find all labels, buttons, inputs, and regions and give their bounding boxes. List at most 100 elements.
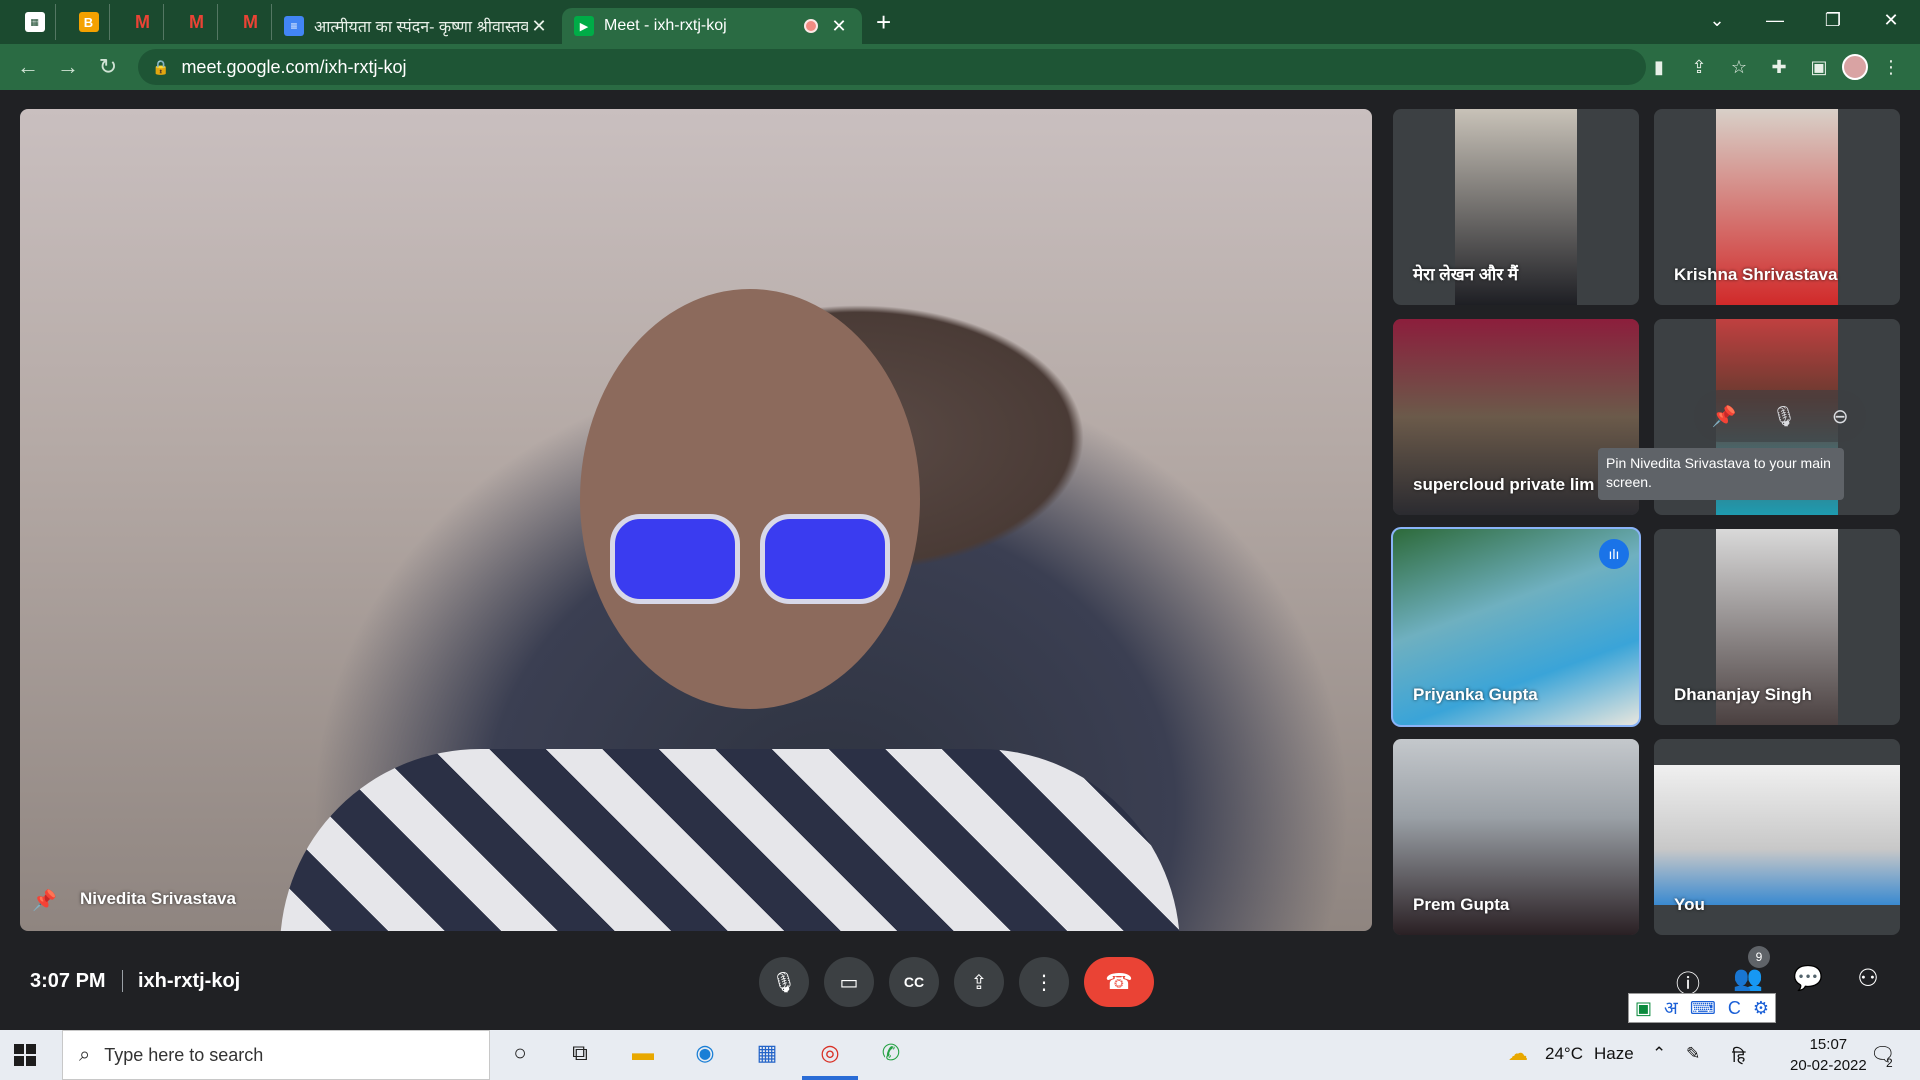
participant-name: supercloud private lim <box>1413 475 1595 494</box>
mic-button[interactable]: 🎙 <box>759 957 809 1007</box>
windows-start-icon[interactable] <box>14 1044 36 1066</box>
participant-count-badge: 9 <box>1748 946 1770 968</box>
recording-icon <box>804 19 818 33</box>
file-explorer-icon[interactable]: ▬ <box>628 1040 658 1070</box>
present-icon: ⇪ <box>970 971 988 994</box>
mic-icon: 🎙 <box>771 971 797 994</box>
edge-icon[interactable]: ◉ <box>690 1040 720 1070</box>
url-text: meet.google.com/ixh-rxtj-koj <box>181 56 407 77</box>
search-icon: ⌕ <box>79 1043 91 1066</box>
extensions-icon[interactable]: ✚ <box>1762 57 1796 78</box>
restore-icon[interactable]: ❐ <box>1804 10 1862 31</box>
pin-icon: 📌 <box>32 890 57 912</box>
participant-name: Dhananjay Singh <box>1674 685 1812 704</box>
pinned-tab-3[interactable]: M <box>122 4 164 40</box>
ime-logo-icon: ▣ <box>1635 997 1653 1018</box>
participant-tile[interactable]: Krishna Shrivastava <box>1654 109 1900 305</box>
meeting-code: ixh-rxtj-koj <box>138 970 241 992</box>
weather-text: Haze <box>1594 1044 1634 1063</box>
gmail-icon: M <box>135 11 150 32</box>
weather-temp: 24°C <box>1545 1044 1583 1063</box>
tray-chevron-icon[interactable]: ⌃ <box>1652 1044 1666 1064</box>
gmail-icon: M <box>189 11 204 32</box>
chrome-icon[interactable]: ◎ <box>815 1040 845 1070</box>
browser-tabstrip: ▦ B M M M ≡ आत्मीयता का स्पंदन- कृष्णा श… <box>0 0 1920 44</box>
participant-video <box>580 289 920 709</box>
participant-tile[interactable]: मेरा लेखन और मैं <box>1393 109 1639 305</box>
window-controls: ⌄ — ❐ ✕ <box>1688 0 1920 40</box>
participant-name: Prem Gupta <box>1413 895 1510 914</box>
reload-icon[interactable]: ↻ <box>88 54 128 80</box>
participant-tile[interactable]: ılı Priyanka Gupta <box>1391 527 1641 727</box>
participant-name: Krishna Shrivastava <box>1674 265 1838 284</box>
cortana-icon[interactable]: ○ <box>505 1040 535 1070</box>
pin-icon[interactable]: 📌 <box>1711 404 1736 429</box>
present-button[interactable]: ⇪ <box>954 957 1004 1007</box>
tab-docs[interactable]: ≡ आत्मीयता का स्पंदन- कृष्णा श्रीवास्तव … <box>272 8 562 44</box>
remove-icon[interactable]: ⊖ <box>1832 404 1849 429</box>
participant-tile[interactable]: You <box>1654 739 1900 935</box>
camera-button[interactable]: ▭ <box>824 957 874 1007</box>
activities-icon[interactable]: ⚇ <box>1848 964 1888 1000</box>
captions-button[interactable]: CC <box>889 957 939 1007</box>
pinned-tab-4[interactable]: M <box>176 4 218 40</box>
side-panel-icon[interactable]: ▣ <box>1802 57 1836 78</box>
profile-avatar[interactable] <box>1842 54 1868 80</box>
new-tab-button[interactable]: + <box>876 7 891 38</box>
search-placeholder: Type here to search <box>104 1044 264 1065</box>
participant-tile[interactable]: Dhananjay Singh <box>1654 529 1900 725</box>
docs-icon: ≡ <box>284 16 304 36</box>
ime-letter: C <box>1727 997 1741 1018</box>
minimize-icon[interactable]: — <box>1746 10 1804 31</box>
keyboard-icon[interactable]: ⌨ <box>1690 998 1716 1019</box>
close-icon[interactable]: ✕ <box>828 16 850 37</box>
windows-taskbar: ⌕ Type here to search ○ ⧉ ▬ ◉ ▦ ◎ ✆ ☁ 24… <box>0 1030 1920 1080</box>
ime-toolbar[interactable]: ▣ अ ⌨ C ⚙ <box>1628 993 1776 1023</box>
system-clock[interactable]: 15:07 20-02-2022 <box>1790 1034 1867 1076</box>
taskbar-search[interactable]: ⌕ Type here to search <box>62 1030 490 1080</box>
notification-count: 2 <box>1886 1056 1893 1070</box>
tab-meet[interactable]: ▶ Meet - ixh-rxtj-koj ✕ <box>562 8 862 44</box>
gmail-icon: M <box>243 11 258 32</box>
captions-icon: CC <box>903 974 925 990</box>
participant-name: You <box>1674 895 1705 914</box>
pinned-tab-1[interactable]: ▦ <box>14 4 56 40</box>
pin-tooltip: Pin Nivedita Srivastava to your main scr… <box>1598 448 1844 500</box>
pinned-tab-2[interactable]: B <box>68 4 110 40</box>
close-icon[interactable]: ✕ <box>528 16 550 37</box>
tile-hover-controls: 📌 🎙 ⊖ <box>1694 390 1866 442</box>
camera-icon[interactable]: ▮ <box>1642 57 1676 78</box>
address-bar[interactable]: 🔒 meet.google.com/ixh-rxtj-koj <box>138 49 1646 85</box>
main-video[interactable] <box>20 109 1372 931</box>
more-options-button[interactable]: ⋮ <box>1019 957 1069 1007</box>
meeting-time: 3:07 PM <box>30 970 106 992</box>
speaking-icon: ılı <box>1599 539 1629 569</box>
input-language[interactable]: हि <box>1732 1044 1745 1067</box>
forward-icon[interactable]: → <box>48 54 88 80</box>
settings-gear-icon[interactable]: ⚙ <box>1753 998 1769 1019</box>
task-view-icon[interactable]: ⧉ <box>565 1040 595 1070</box>
participant-tile[interactable]: Prem Gupta <box>1393 739 1639 935</box>
lock-icon: 🔒 <box>152 58 170 75</box>
back-icon[interactable]: ← <box>8 54 48 80</box>
close-window-icon[interactable]: ✕ <box>1862 10 1920 31</box>
share-icon[interactable]: ⇪ <box>1682 57 1716 78</box>
phone-hangup-icon: ☎ <box>1105 969 1133 994</box>
pen-icon[interactable]: ✎ <box>1686 1044 1700 1064</box>
whatsapp-icon[interactable]: ✆ <box>876 1040 906 1070</box>
store-icon[interactable]: ▦ <box>752 1040 782 1070</box>
ime-language: अ <box>1664 998 1678 1018</box>
menu-icon[interactable]: ⋮ <box>1874 57 1908 78</box>
tab-title: आत्मीयता का स्पंदन- कृष्णा श्रीवास्तव <box>314 19 528 36</box>
weather-icon: ☁ <box>1508 1043 1528 1065</box>
tab-title: Meet - ixh-rxtj-koj <box>604 17 727 34</box>
bookmark-star-icon[interactable]: ☆ <box>1722 57 1756 78</box>
end-call-button[interactable]: ☎ <box>1084 957 1154 1007</box>
pinned-tab-5[interactable]: M <box>230 4 272 40</box>
tab-search-icon[interactable]: ⌄ <box>1688 10 1746 31</box>
more-icon: ⋮ <box>1034 971 1054 994</box>
participant-name: मेरा लेखन और मैं <box>1413 265 1519 284</box>
mic-icon[interactable]: 🎙 <box>1771 404 1796 429</box>
chat-icon[interactable]: 💬 <box>1788 964 1828 1000</box>
camera-icon: ▭ <box>839 971 859 994</box>
